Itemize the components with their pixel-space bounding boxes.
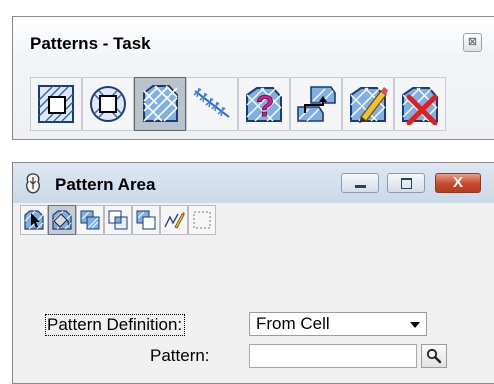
pattern-definition-value: From Cell	[256, 314, 330, 333]
points-method-button[interactable]	[160, 205, 188, 235]
title-bar[interactable]: Pattern Area X	[13, 163, 494, 203]
show-pattern-attributes-icon: ?	[246, 87, 282, 123]
search-icon	[426, 348, 442, 364]
panel-title: Patterns - Task	[30, 34, 151, 53]
pattern-area-icon	[143, 85, 178, 122]
pattern-input[interactable]	[249, 344, 417, 368]
maximize-icon	[401, 178, 412, 189]
pattern-area-tool[interactable]	[134, 77, 186, 131]
linear-pattern-tool[interactable]	[186, 77, 238, 131]
svg-text:?: ?	[256, 90, 274, 123]
delete-pattern-tool[interactable]	[394, 77, 446, 131]
hatch-area-icon	[38, 85, 74, 123]
change-pattern-icon	[350, 87, 388, 123]
dialog-title: Pattern Area	[55, 175, 156, 194]
window-close-button[interactable]: X	[435, 173, 481, 193]
hatch-area-tool[interactable]	[30, 77, 82, 131]
delete-pattern-icon	[402, 87, 438, 125]
element-method-button[interactable]	[20, 205, 48, 235]
union-method-button[interactable]	[76, 205, 104, 235]
flood-method-icon	[52, 210, 72, 230]
union-method-icon	[80, 210, 100, 230]
chevron-down-icon	[410, 322, 420, 328]
patterns-task-panel: Patterns - Task ⊠ ?	[12, 16, 494, 140]
minimize-icon	[355, 185, 366, 188]
pattern-definition-label: Pattern Definition:	[45, 314, 186, 336]
change-pattern-tool[interactable]	[342, 77, 394, 131]
match-pattern-attributes-tool[interactable]	[290, 77, 342, 131]
element-method-icon	[24, 210, 44, 230]
fence-method-icon	[193, 211, 211, 229]
method-toolbar	[20, 205, 216, 235]
difference-method-icon	[136, 210, 156, 230]
fence-method-button[interactable]	[188, 205, 216, 235]
linear-pattern-icon	[193, 87, 230, 118]
browse-pattern-button[interactable]	[421, 344, 447, 368]
difference-method-button[interactable]	[132, 205, 160, 235]
close-button[interactable]: ⊠	[463, 33, 482, 52]
flood-method-button[interactable]	[48, 205, 76, 235]
points-method-icon	[164, 212, 185, 229]
pattern-area-dialog: Pattern Area X Pattern Definition: From …	[12, 162, 494, 384]
pattern-definition-select[interactable]: From Cell	[249, 312, 427, 336]
intersection-method-button[interactable]	[104, 205, 132, 235]
app-icon	[26, 173, 40, 194]
task-toolbar: ?	[30, 77, 446, 131]
crosshatch-area-icon	[90, 86, 126, 122]
intersection-method-icon	[108, 210, 128, 230]
maximize-button[interactable]	[387, 173, 425, 193]
minimize-button[interactable]	[341, 173, 379, 193]
match-pattern-attributes-icon	[297, 86, 336, 122]
crosshatch-area-tool[interactable]	[82, 77, 134, 131]
pattern-label: Pattern:	[150, 346, 210, 365]
show-pattern-attributes-tool[interactable]: ?	[238, 77, 290, 131]
